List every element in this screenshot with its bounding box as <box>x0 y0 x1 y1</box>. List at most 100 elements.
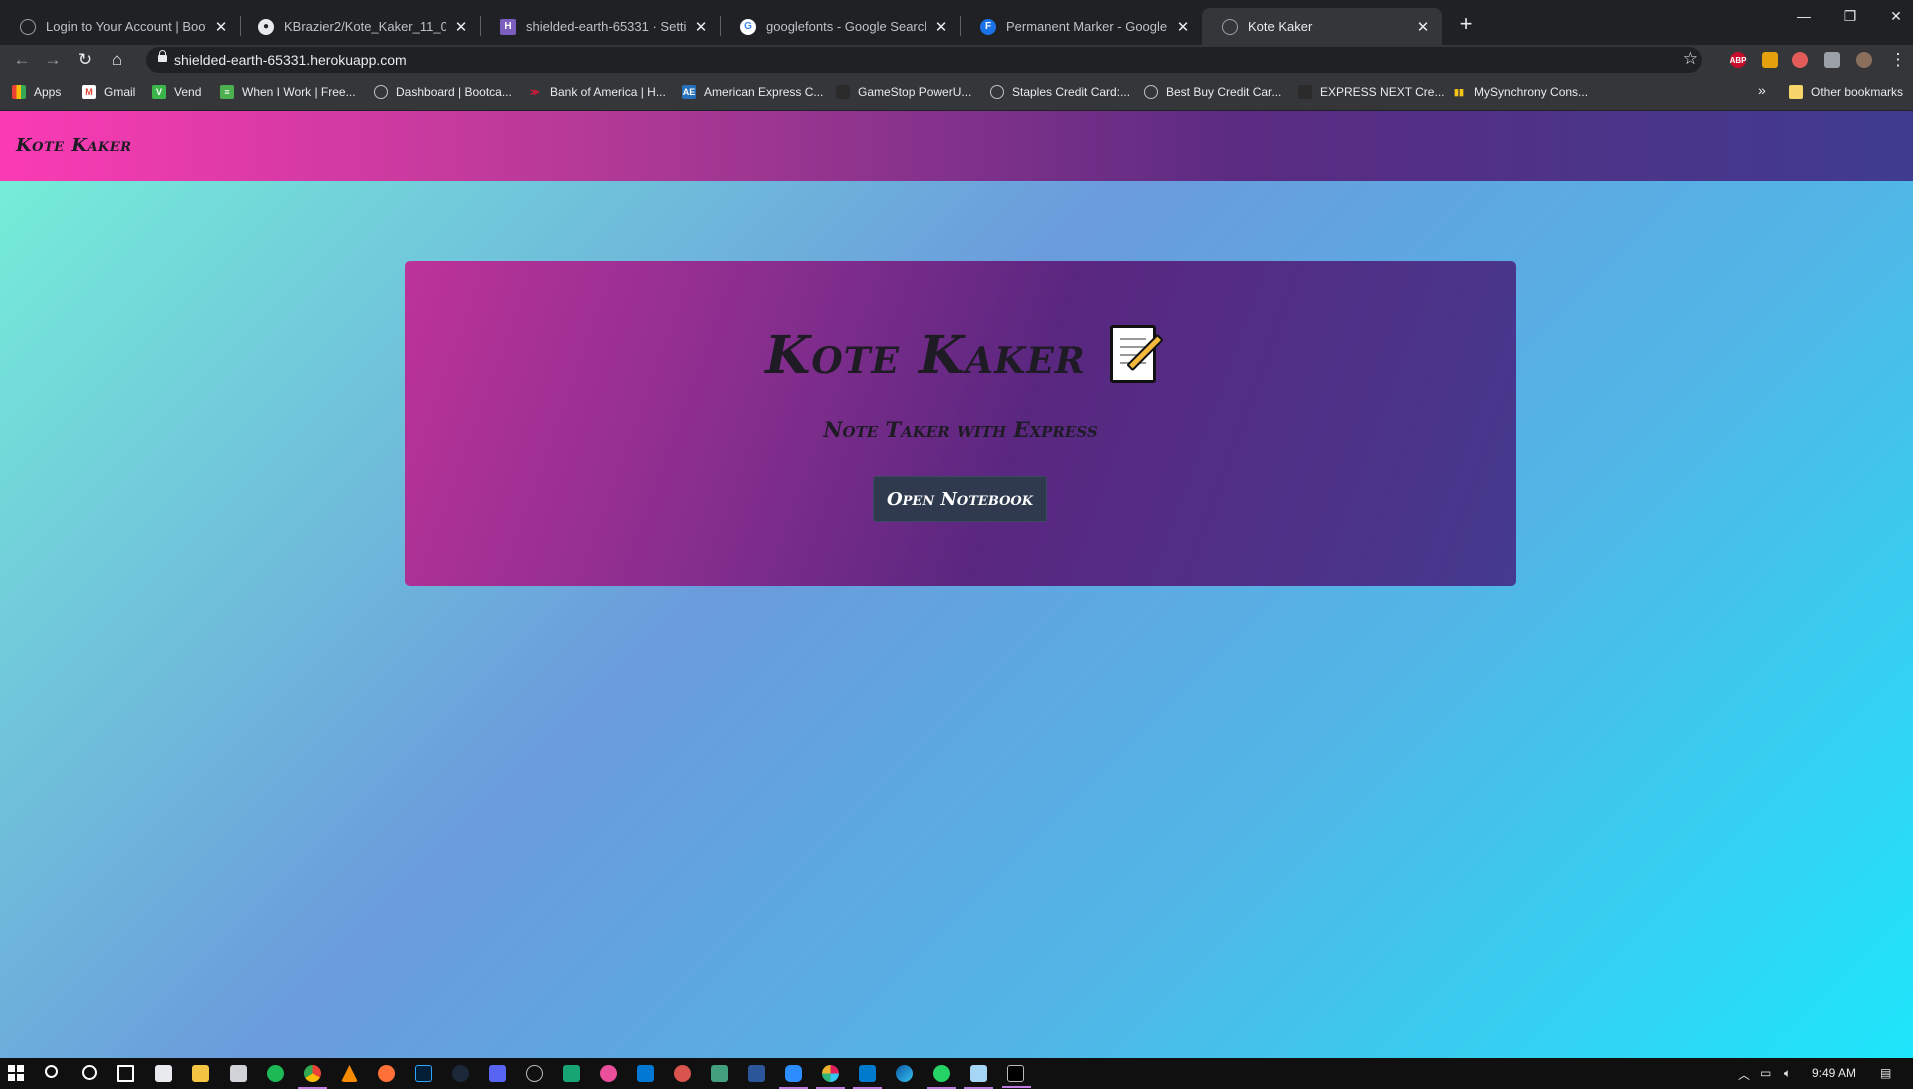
tab-heroku-settings[interactable]: H shielded-earth-65331 · Settings | ✕ <box>480 8 720 45</box>
url-text[interactable]: shielded-earth-65331.herokuapp.com <box>174 52 407 68</box>
extension-honey-icon[interactable] <box>1762 52 1778 68</box>
word-icon[interactable] <box>748 1065 765 1082</box>
bookmark-label: American Express C... <box>704 85 824 99</box>
globe-icon <box>1222 18 1238 35</box>
express-icon <box>1298 85 1312 99</box>
vlc-icon[interactable] <box>341 1065 358 1082</box>
firefox-icon[interactable] <box>378 1065 395 1082</box>
close-icon[interactable]: ✕ <box>1174 18 1192 36</box>
adblock-plus-icon[interactable]: ABP <box>1730 52 1746 68</box>
globe-icon <box>20 18 36 35</box>
taskbar-clock[interactable]: 9:49 AM <box>1812 1066 1856 1080</box>
photoshop-icon[interactable] <box>415 1065 432 1082</box>
bookmarks-overflow-chevron-icon[interactable]: » <box>1758 82 1766 98</box>
vend-icon: V <box>152 85 166 99</box>
tab-google-search[interactable]: G googlefonts - Google Search ✕ <box>720 8 960 45</box>
file-explorer-icon[interactable] <box>192 1065 209 1082</box>
close-icon[interactable]: ✕ <box>212 18 230 36</box>
game-app-icon[interactable] <box>674 1065 691 1082</box>
menu-kebab-icon[interactable]: ⋮ <box>1888 50 1908 70</box>
bookmark-best-buy[interactable]: Best Buy Credit Car... <box>1144 85 1281 99</box>
search-icon[interactable] <box>45 1065 58 1078</box>
profile-avatar[interactable] <box>1856 52 1872 68</box>
google-icon: G <box>740 18 756 35</box>
back-arrow-icon[interactable]: ← <box>12 50 32 70</box>
bookmark-gamestop[interactable]: GameStop PowerU... <box>836 85 971 99</box>
close-icon[interactable]: ✕ <box>1414 18 1432 36</box>
bookmark-dashboard[interactable]: Dashboard | Bootca... <box>374 85 512 99</box>
gitkraken-icon[interactable] <box>711 1065 728 1082</box>
mail-icon[interactable] <box>637 1065 654 1082</box>
extensions-puzzle-icon[interactable] <box>1824 52 1840 68</box>
extension-video-icon[interactable] <box>1792 52 1808 68</box>
new-tab-button[interactable]: + <box>1454 11 1478 37</box>
bookmark-label: Dashboard | Bootca... <box>396 85 512 99</box>
bookmark-vend[interactable]: V Vend <box>152 85 201 99</box>
close-window-icon[interactable]: ✕ <box>1884 8 1908 25</box>
chrome-icon[interactable] <box>298 1065 327 1089</box>
notepad-icon[interactable] <box>964 1065 993 1089</box>
slack-icon[interactable] <box>816 1065 845 1089</box>
tab-title: shielded-earth-65331 · Settings | <box>526 19 686 34</box>
bookmark-when-i-work[interactable]: ≡ When I Work | Free... <box>220 85 356 99</box>
minimize-icon[interactable]: — <box>1792 8 1816 24</box>
bookmark-mysynchrony[interactable]: ▮▮ MySynchrony Cons... <box>1452 85 1588 99</box>
home-icon[interactable]: ⌂ <box>107 50 127 70</box>
address-bar[interactable]: shielded-earth-65331.herokuapp.com ☆ <box>146 47 1702 73</box>
tab-title: KBrazier2/Kote_Kaker_11_090620 <box>284 19 446 34</box>
vscode-icon[interactable] <box>853 1065 882 1089</box>
bookmark-express-next[interactable]: EXPRESS NEXT Cre... <box>1298 85 1444 99</box>
notepad-pencil-icon <box>1109 324 1164 383</box>
bookmark-apps[interactable]: Apps <box>12 85 61 99</box>
command-prompt-icon[interactable] <box>1002 1065 1031 1088</box>
bookmark-label: GameStop PowerU... <box>858 85 972 99</box>
tab-bootcamp-login[interactable]: Login to Your Account | Bootcam ✕ <box>0 8 240 45</box>
volume-icon[interactable]: 🔈︎ <box>1784 1066 1791 1081</box>
bookmark-other-bookmarks[interactable]: Other bookmarks <box>1789 85 1903 99</box>
edge-icon[interactable] <box>896 1065 913 1082</box>
hero-title: Kote Kaker <box>765 325 1086 386</box>
tab-title: Kote Kaker <box>1248 19 1313 34</box>
bookmark-label: Best Buy Credit Car... <box>1166 85 1282 99</box>
tab-github-repo[interactable]: ● KBrazier2/Kote_Kaker_11_090620 ✕ <box>240 8 480 45</box>
close-icon[interactable]: ✕ <box>692 18 710 36</box>
tab-kote-kaker[interactable]: Kote Kaker ✕ <box>1202 8 1442 45</box>
app-pink-icon[interactable] <box>600 1065 617 1082</box>
restore-icon[interactable]: ❐ <box>1838 8 1862 25</box>
bookmark-label: Bank of America | H... <box>550 85 666 99</box>
lock-icon <box>158 50 167 62</box>
task-view-icon[interactable] <box>117 1065 134 1082</box>
tray-chevron-up-icon[interactable]: ︿ <box>1738 1066 1750 1083</box>
spotify-icon[interactable] <box>267 1065 284 1082</box>
bookmark-gmail[interactable]: M Gmail <box>82 85 135 99</box>
bookmark-star-icon[interactable]: ☆ <box>1683 49 1698 69</box>
whatsapp-icon[interactable] <box>927 1065 956 1089</box>
open-notebook-button[interactable]: Open Notebook <box>873 476 1047 522</box>
navbar-brand[interactable]: Kote Kaker <box>16 135 132 156</box>
reload-icon[interactable]: ↻ <box>75 50 95 70</box>
bookmark-bank-of-america[interactable]: ≫ Bank of America | H... <box>528 85 666 99</box>
tab-google-fonts[interactable]: F Permanent Marker - Google Font ✕ <box>960 8 1202 45</box>
zoom-icon[interactable] <box>779 1065 808 1089</box>
network-icon[interactable]: ▭ <box>1760 1066 1771 1080</box>
bookmarks-bar: Apps M Gmail V Vend ≡ When I Work | Free… <box>0 75 1913 111</box>
forward-arrow-icon[interactable]: → <box>43 50 63 70</box>
bookmark-label: Vend <box>174 85 202 99</box>
terminal-green-icon[interactable] <box>563 1065 580 1082</box>
close-icon[interactable]: ✕ <box>452 18 470 36</box>
photos-icon[interactable] <box>230 1065 247 1082</box>
action-center-icon[interactable]: ▤ <box>1880 1066 1891 1080</box>
bookmark-staples[interactable]: Staples Credit Card:... <box>990 85 1130 99</box>
close-icon[interactable]: ✕ <box>932 18 950 36</box>
bookmark-label: Other bookmarks <box>1811 85 1904 99</box>
clock-app-icon[interactable] <box>526 1065 543 1082</box>
bookmark-american-express[interactable]: AE American Express C... <box>682 85 823 99</box>
gamestop-icon <box>836 85 850 99</box>
steam-icon[interactable] <box>452 1065 469 1082</box>
cortana-icon[interactable] <box>82 1065 97 1080</box>
windows-start-icon[interactable] <box>8 1065 25 1082</box>
store-icon[interactable] <box>155 1065 172 1082</box>
bookmark-label: EXPRESS NEXT Cre... <box>1320 85 1445 99</box>
browser-tab-strip: Login to Your Account | Bootcam ✕ ● KBra… <box>0 0 1913 45</box>
discord-icon[interactable] <box>489 1065 506 1082</box>
